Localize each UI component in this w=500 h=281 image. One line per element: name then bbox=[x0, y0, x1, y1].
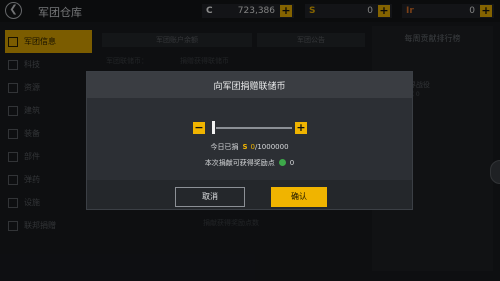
today-donated-label: 今日已捐 bbox=[210, 143, 239, 151]
slider-handle[interactable] bbox=[212, 121, 215, 134]
plus-button[interactable]: + bbox=[295, 122, 307, 134]
donate-dialog: 向军团捐赠联储币 − + 今日已捐 S 0/1000000 本次捐献可获得奖励点 0 … bbox=[86, 71, 413, 210]
donation-slider[interactable] bbox=[216, 127, 292, 129]
cancel-button[interactable]: 取消 bbox=[175, 187, 245, 207]
dialog-footer: 取消 确认 bbox=[87, 180, 412, 209]
dialog-title: 向军团捐赠联储币 bbox=[213, 82, 286, 92]
confirm-button[interactable]: 确认 bbox=[271, 187, 327, 207]
dialog-header: 向军团捐赠联储币 bbox=[87, 72, 412, 98]
s-coin-icon: S bbox=[242, 143, 248, 151]
today-donated-limit: /1000000 bbox=[254, 143, 289, 151]
reward-points-value: 0 bbox=[289, 159, 295, 167]
reward-points-line: 本次捐献可获得奖励点 0 bbox=[87, 158, 412, 168]
reward-point-icon bbox=[278, 159, 286, 166]
reward-points-label: 本次捐献可获得奖励点 bbox=[204, 159, 275, 167]
today-donated-line: 今日已捐 S 0/1000000 bbox=[87, 142, 412, 152]
minus-button[interactable]: − bbox=[193, 122, 205, 134]
